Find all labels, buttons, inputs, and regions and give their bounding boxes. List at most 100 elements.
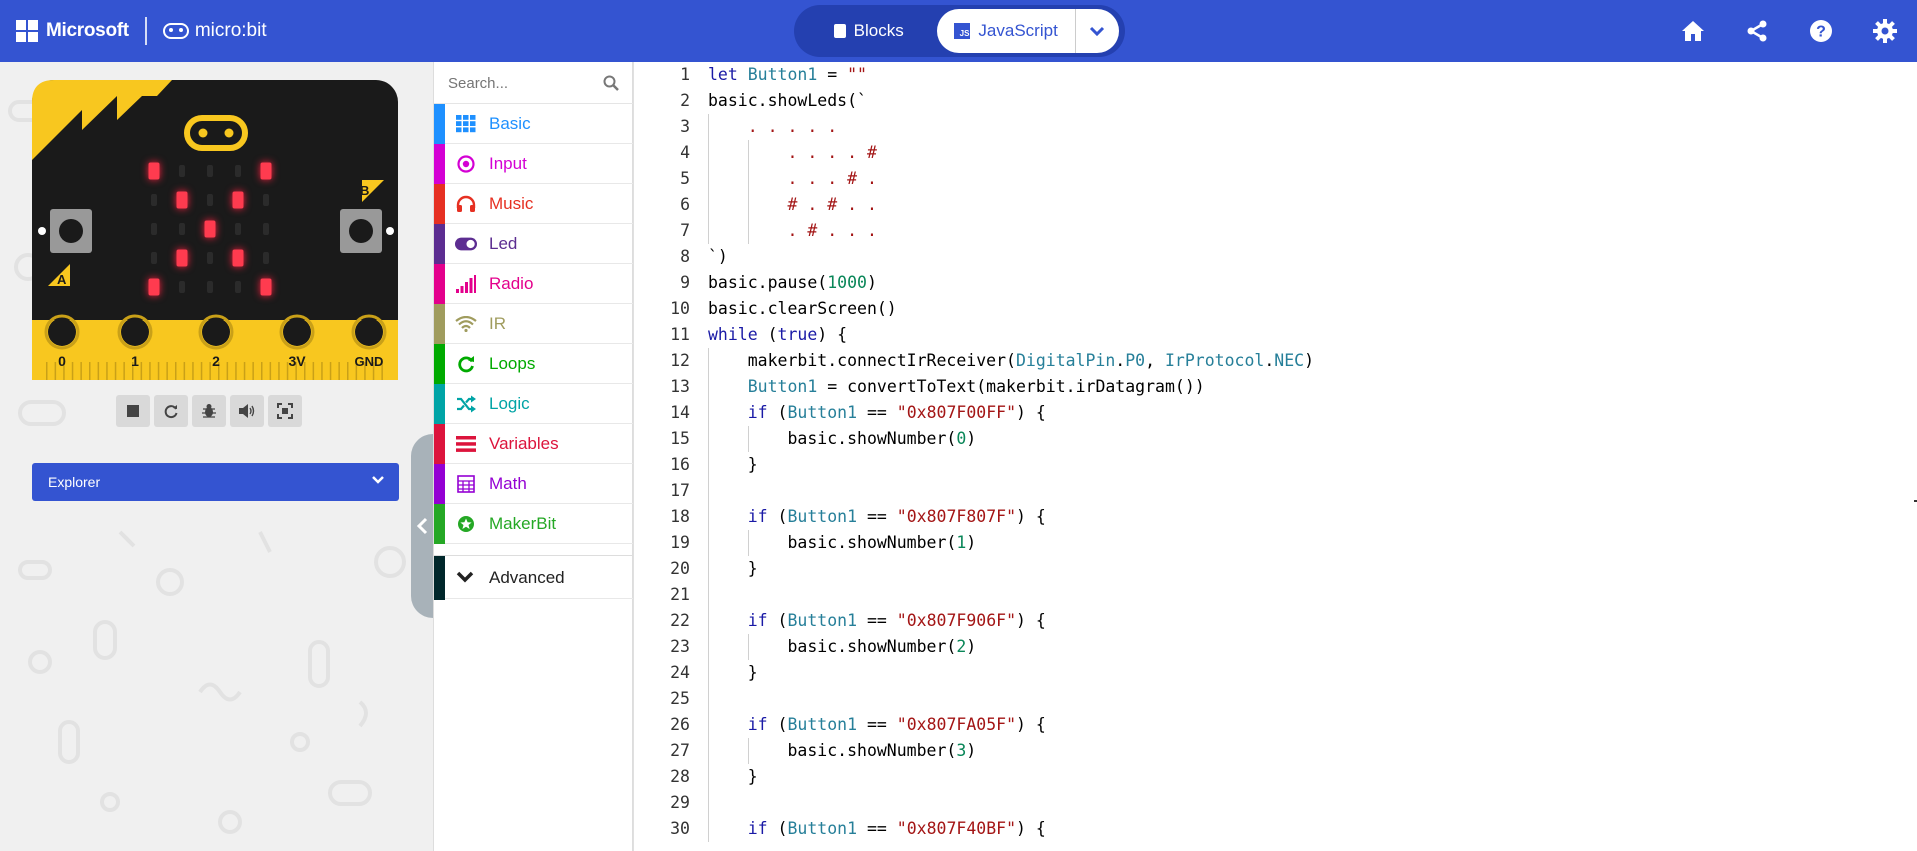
line-number: 17 [670,481,690,500]
code-line[interactable]: 18 if (Button1 == "0x807F807F") { [634,504,1917,530]
led [179,223,185,235]
search-icon[interactable] [603,75,619,91]
speaker-icon [239,404,255,418]
button-a[interactable] [50,209,92,253]
line-number: 7 [680,221,690,240]
brand[interactable]: Microsoft micro:bit [16,0,267,62]
fullscreen-button[interactable] [268,395,302,427]
code-line[interactable]: 20 } [634,556,1917,582]
code-editor[interactable]: 1 let Button1 = "" 2 basic.showLeds(` 3 . . … [633,62,1917,851]
line-number: 27 [670,741,690,760]
led [235,223,241,235]
category-advanced[interactable]: Advanced [434,555,633,600]
code-line[interactable]: 10 basic.clearScreen() [634,296,1917,322]
code-text: if (Button1 == "0x807F807F") { [747,507,1046,526]
home-button[interactable] [1661,0,1725,62]
blocks-mode-button[interactable]: Blocks [800,10,937,52]
target-icon [455,154,477,174]
code-line[interactable]: 3 . . . . . [634,114,1917,140]
category-logic[interactable]: Logic [434,384,633,424]
search-input[interactable] [448,72,598,94]
code-line[interactable]: 24 } [634,660,1917,686]
code-text: . . . . . [708,117,838,136]
line-number: 6 [680,195,690,214]
code-line[interactable]: 12 makerbit.connectIrReceiver(DigitalPin… [634,348,1917,374]
led [148,278,160,296]
code-line[interactable]: 1 let Button1 = "" [634,62,1917,88]
simulator-pane: B A 0 1 2 3V GND Explorer [0,62,433,851]
category-loops[interactable]: Loops [434,344,633,384]
code-line[interactable]: 15 basic.showNumber(0) [634,426,1917,452]
toolbox-search [434,62,633,104]
category-makerbit[interactable]: MakerBit [434,504,633,544]
button-a-label: A [57,272,67,287]
headphones-icon [455,194,477,214]
restart-button[interactable] [154,395,188,427]
language-dropdown-button[interactable] [1074,9,1119,53]
line-number: 3 [680,117,690,136]
code-line[interactable]: 28 } [634,764,1917,790]
line-number: 19 [670,533,690,552]
microbit-board[interactable]: B A 0 1 2 3V GND [32,80,398,380]
code-line[interactable]: 6 # . # . . [634,192,1917,218]
code-text: basic.pause(1000) [708,273,877,292]
share-button[interactable] [1725,0,1789,62]
led [176,249,188,267]
code-line[interactable]: 4 . . . . # [634,140,1917,166]
code-text: basic.showNumber(1) [708,533,977,552]
led [179,281,185,293]
code-line[interactable]: 14 if (Button1 == "0x807F00FF") { [634,400,1917,426]
code-line[interactable]: 23 basic.showNumber(2) [634,634,1917,660]
code-line[interactable]: 22 if (Button1 == "0x807F906F") { [634,608,1917,634]
code-line[interactable]: 5 . . . # . [634,166,1917,192]
code-line[interactable]: 26 if (Button1 == "0x807FA05F") { [634,712,1917,738]
code-line[interactable]: 7 . # . . . [634,218,1917,244]
explorer-dropdown[interactable]: Explorer [32,463,399,501]
code-line[interactable]: 27 basic.showNumber(3) [634,738,1917,764]
category-math[interactable]: Math [434,464,633,504]
code-text: } [708,559,758,578]
code-line[interactable]: 25 [634,686,1917,712]
code-line[interactable]: 2 basic.showLeds(` [634,88,1917,114]
pin-gnd[interactable]: GND [351,314,387,369]
category-label: Variables [489,434,559,453]
category-radio[interactable]: Radio [434,264,633,304]
settings-button[interactable] [1853,0,1917,62]
code-line[interactable]: 16 } [634,452,1917,478]
code-line[interactable]: 29 [634,790,1917,816]
top-bar: Microsoft micro:bit Blocks JS JavaScript… [0,0,1917,62]
code-text: if (Button1 == "0x807F40BF") { [747,819,1046,838]
microbit-logo-icon [162,23,189,39]
code-text: } [708,455,758,474]
code-line[interactable]: 21 [634,582,1917,608]
code-line[interactable]: 9 basic.pause(1000) [634,270,1917,296]
code-line[interactable]: 30 if (Button1 == "0x807F40BF") { [634,816,1917,842]
mute-button[interactable] [230,395,264,427]
wifi-icon [455,314,477,334]
code-line[interactable]: 8 `) [634,244,1917,270]
category-variables[interactable]: Variables [434,424,633,464]
code-line[interactable]: 17 [634,478,1917,504]
button-b[interactable] [340,209,382,253]
code-text: } [708,663,758,682]
line-number: 24 [670,663,690,682]
javascript-mode-button[interactable]: JS JavaScript [937,9,1075,53]
debug-button[interactable] [192,395,226,427]
category-input[interactable]: Input [434,144,633,184]
microsoft-logo-icon [16,20,38,42]
category-music[interactable]: Music [434,184,633,224]
led [176,191,188,209]
code-line[interactable]: 11 while (true) { [634,322,1917,348]
collapse-simulator-button[interactable] [411,434,433,618]
line-number: 22 [670,611,690,630]
help-button[interactable]: ? [1789,0,1853,62]
category-color-bar [434,264,445,304]
category-ir[interactable]: IR [434,304,633,344]
stop-button[interactable] [116,395,150,427]
puzzle-piece-icon [833,24,846,38]
code-line[interactable]: 19 basic.showNumber(1) [634,530,1917,556]
code-line[interactable]: 13 Button1 = convertToText(makerbit.irDa… [634,374,1917,400]
category-led[interactable]: Led [434,224,633,264]
category-color-bar [434,556,445,600]
category-basic[interactable]: Basic [434,104,633,144]
